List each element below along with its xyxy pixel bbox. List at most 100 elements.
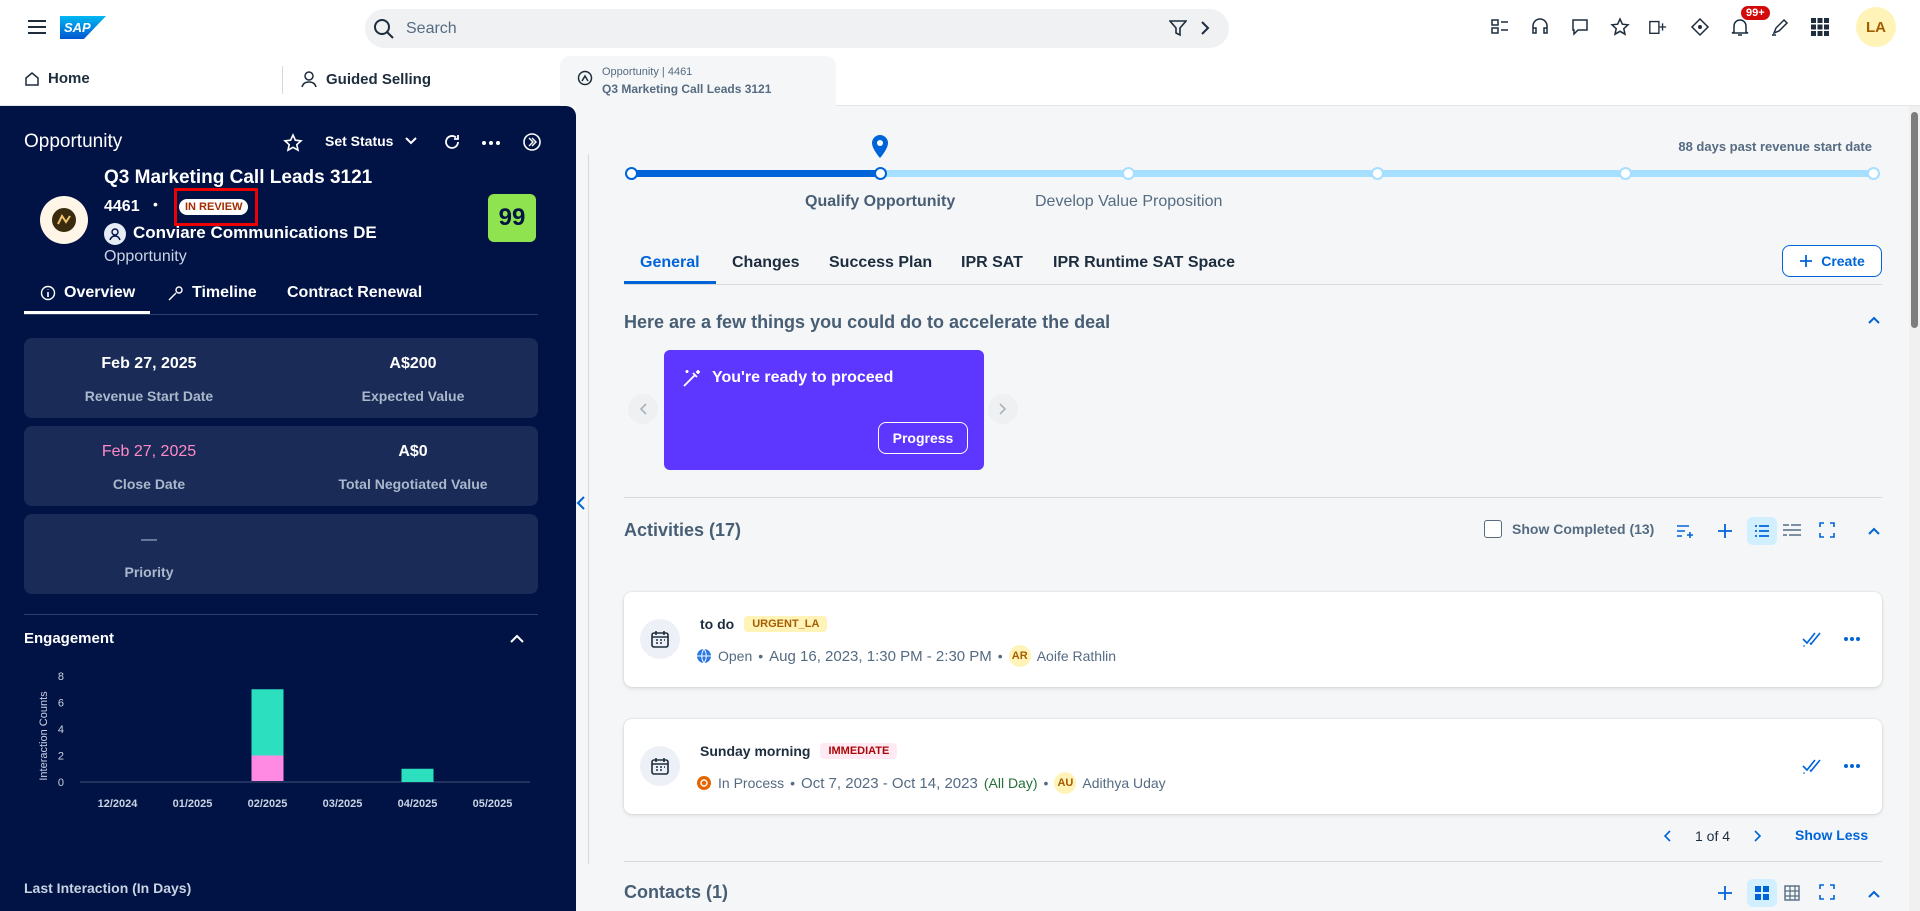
refresh-icon[interactable] [442, 132, 462, 152]
activity-date: Oct 7, 2023 - Oct 14, 2023 [801, 774, 978, 792]
home-icon [24, 71, 40, 87]
timeline-view-icon[interactable] [1782, 523, 1802, 537]
opportunity-panel: Opportunity Set Status Q3 Marketing Call… [0, 106, 576, 911]
stage-dot-5[interactable] [1619, 167, 1632, 180]
add-app-icon[interactable] [1648, 17, 1668, 37]
chat-icon[interactable] [1570, 17, 1590, 37]
fullscreen-icon[interactable] [1819, 884, 1835, 900]
pager-prev-icon[interactable] [1663, 830, 1671, 842]
carousel-next-button[interactable] [988, 394, 1018, 424]
chart-bar[interactable] [401, 768, 434, 782]
app-grid-icon[interactable] [1810, 17, 1830, 37]
headset-icon[interactable] [1530, 17, 1550, 37]
activity-owner[interactable]: Aoife Rathlin [1037, 648, 1116, 664]
collapse-panel-icon[interactable] [522, 132, 542, 152]
pager-text: 1 of 4 [1695, 828, 1731, 844]
add-contact-icon[interactable] [1717, 885, 1733, 901]
activity-title[interactable]: Sunday morning [700, 743, 810, 759]
set-status-button[interactable]: Set Status [325, 133, 418, 149]
stage-dot-4[interactable] [1371, 167, 1384, 180]
create-button[interactable]: Create [1782, 245, 1882, 277]
list-view-icon[interactable] [1747, 517, 1777, 545]
activity-card[interactable]: Sunday morning IMMEDIATE In Process • Oc… [624, 719, 1882, 814]
tab-home[interactable]: Home [24, 70, 90, 87]
subtab-overview[interactable]: Overview [40, 284, 135, 302]
org-chart-icon[interactable] [1783, 884, 1801, 902]
collapse-activities-icon[interactable] [1868, 527, 1880, 535]
x-tick-label: 02/2025 [248, 798, 288, 810]
tab-ipr-runtime-sat-space[interactable]: IPR Runtime SAT Space [1053, 254, 1235, 272]
tab-guided-selling[interactable]: Guided Selling [300, 70, 431, 88]
dot-separator: • [997, 648, 1003, 664]
search-field[interactable]: Search [365, 9, 1229, 48]
subtab-timeline[interactable]: Timeline [168, 284, 257, 302]
y-tick-label: 0 [58, 777, 64, 789]
user-avatar[interactable]: LA [1856, 7, 1896, 47]
tnv-label: Total Negotiated Value [338, 476, 488, 492]
separator-dot: • [153, 196, 158, 212]
more-icon[interactable] [1844, 637, 1860, 641]
carousel-prev-button[interactable] [628, 394, 658, 424]
show-less-link[interactable]: Show Less [1795, 827, 1868, 843]
subtab-contract-renewal[interactable]: Contract Renewal [287, 284, 422, 302]
add-activity-icon[interactable] [1717, 523, 1733, 539]
stage-dot-3[interactable] [1122, 167, 1135, 180]
panel-header: Opportunity [24, 131, 123, 152]
progress-button[interactable]: Progress [878, 422, 968, 454]
menu-icon[interactable] [27, 17, 47, 37]
tab-ipr-sat[interactable]: IPR SAT [961, 254, 1023, 272]
score-badge: 99 [488, 194, 536, 242]
tab-opportunity[interactable]: Opportunity | 4461 Q3 Marketing Call Lea… [560, 56, 836, 106]
activity-card[interactable]: to do URGENT_LA Open • Aug 16, 2023, 1:3… [624, 592, 1882, 687]
complete-check-icon[interactable] [1802, 630, 1822, 648]
worklist-icon[interactable] [1490, 17, 1510, 37]
activity-owner[interactable]: Adithya Uday [1082, 775, 1165, 791]
expand-panel-icon[interactable] [576, 496, 586, 510]
diamond-icon[interactable] [1690, 17, 1710, 37]
activity-title[interactable]: to do [700, 616, 734, 632]
tab-success-plan[interactable]: Success Plan [829, 254, 932, 272]
favorite-star-icon[interactable] [283, 133, 303, 153]
tab-bar: Home Guided Selling Opportunity | 4461 Q… [0, 56, 1920, 106]
sap-logo[interactable]: SAP [60, 16, 106, 39]
star-icon[interactable] [1610, 17, 1630, 37]
timeline-icon [168, 285, 186, 301]
owner-avatar: AU [1054, 772, 1077, 794]
sort-icon[interactable] [1676, 523, 1694, 539]
more-icon[interactable] [1844, 764, 1860, 768]
scrollbar-thumb[interactable] [1911, 112, 1918, 328]
expected-value: A$200 [389, 355, 437, 372]
stage-dot-1[interactable] [625, 167, 638, 180]
tab-changes[interactable]: Changes [732, 254, 800, 272]
stage-dot-2[interactable] [874, 167, 887, 180]
chart-bar[interactable] [251, 689, 284, 756]
chevron-right-icon[interactable] [1200, 21, 1210, 35]
tab-divider [282, 66, 283, 94]
collapse-contacts-icon[interactable] [1868, 890, 1880, 898]
collapse-accelerate-icon[interactable] [1868, 316, 1880, 324]
person-icon [108, 227, 122, 241]
tab-general[interactable]: General [640, 254, 700, 272]
checkbox-box [1484, 520, 1502, 538]
chevron-up-icon[interactable] [510, 634, 524, 643]
stage-dot-6[interactable] [1867, 167, 1880, 180]
account-link[interactable]: Conviare Communications DE [133, 223, 377, 243]
complete-check-icon[interactable] [1802, 757, 1822, 775]
activity-date: Aug 16, 2023, 1:30 PM - 2:30 PM [769, 647, 992, 665]
fullscreen-icon[interactable] [1819, 522, 1835, 538]
filter-icon[interactable] [1169, 19, 1187, 37]
chevron-right-icon [999, 403, 1007, 415]
activity-tag: IMMEDIATE [820, 743, 898, 759]
more-icon[interactable] [482, 141, 500, 145]
show-completed-checkbox[interactable]: Show Completed (13) [1484, 520, 1654, 538]
close-date-value: Feb 27, 2025 [101, 443, 197, 460]
person-pin-icon [300, 70, 318, 88]
grid-view-icon[interactable] [1747, 879, 1777, 907]
notification-badge: 99+ [1740, 5, 1771, 21]
accelerate-title: Here are a few things you could do to ac… [624, 312, 1111, 332]
pen-icon[interactable] [1770, 17, 1790, 37]
activities-title: Activities (17) [624, 520, 742, 540]
x-tick-label: 01/2025 [173, 798, 213, 810]
chart-bar[interactable] [251, 755, 284, 782]
pager-next-icon[interactable] [1754, 830, 1762, 842]
